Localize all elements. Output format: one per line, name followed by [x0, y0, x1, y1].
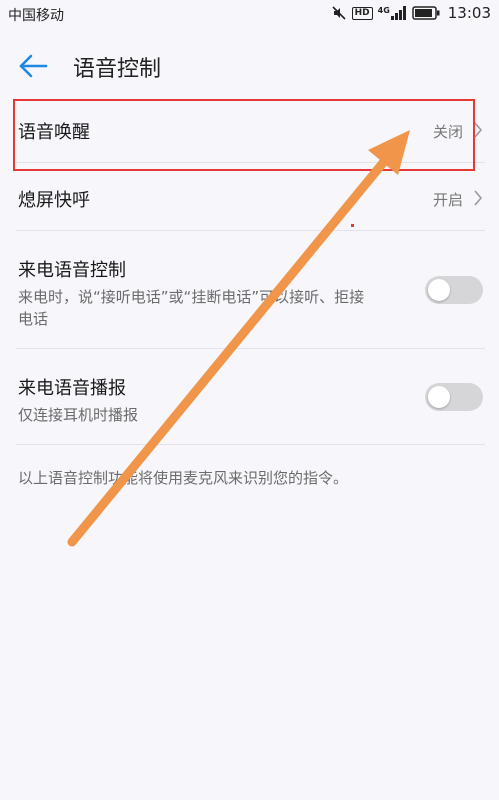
incoming-call-voice-control-toggle[interactable]: [425, 275, 483, 304]
page-title: 语音控制: [73, 57, 162, 82]
carrier-name: 中国移动: [8, 8, 64, 24]
incoming-call-announcement-toggle[interactable]: [425, 382, 483, 411]
voice-wakeup-row[interactable]: 语音唤醒 关闭: [16, 95, 485, 163]
incoming-call-voice-control-row: 来电语音控制 来电时，说“接听电话”或“挂断电话”可以接听、拒接电话: [16, 231, 485, 349]
incoming-call-announcement-description: 仅连接耳机时播报: [18, 406, 139, 424]
incoming-call-announcement-row: 来电语音播报 仅连接耳机时播报: [16, 349, 485, 445]
toggle-knob: [428, 278, 450, 301]
mute-icon: [332, 6, 346, 20]
voice-wakeup-label: 语音唤醒: [18, 122, 90, 143]
app-bar: 语音控制: [0, 40, 499, 90]
status-icons: HD 4G 13:03: [331, 4, 491, 22]
hd-badge: HD: [351, 6, 373, 20]
clock: 13:03: [447, 4, 491, 22]
incoming-call-voice-control-description: 来电时，说“接听电话”或“挂断电话”可以接听、拒接电话: [18, 288, 365, 328]
network-type-label: 4G: [377, 6, 390, 15]
settings-list: 语音唤醒 关闭 熄屏快呼 开启 来电语音控制 来电时，说“接听电话”或“挂断电话…: [0, 95, 499, 488]
status-bar: 中国移动 HD 4G 13:03: [0, 0, 499, 30]
back-button[interactable]: [15, 48, 51, 84]
signal-icon: 4G: [378, 6, 407, 20]
screen-off-call-label: 熄屏快呼: [18, 190, 90, 211]
chevron-right-icon: [474, 190, 483, 206]
footer-note: 以上语音控制功能将使用麦克风来识别您的指令。: [18, 469, 349, 487]
battery-icon: [412, 6, 440, 20]
screen-off-call-value: 开启: [432, 191, 463, 209]
voice-wakeup-value: 关闭: [432, 123, 463, 141]
incoming-call-announcement-label: 来电语音播报: [18, 378, 126, 399]
toggle-knob: [428, 385, 450, 408]
annotation-dot: [351, 224, 354, 227]
incoming-call-voice-control-label: 来电语音控制: [18, 260, 126, 281]
chevron-right-icon: [474, 122, 483, 138]
back-arrow-icon: [19, 54, 48, 78]
screen-off-call-row[interactable]: 熄屏快呼 开启: [16, 163, 485, 231]
